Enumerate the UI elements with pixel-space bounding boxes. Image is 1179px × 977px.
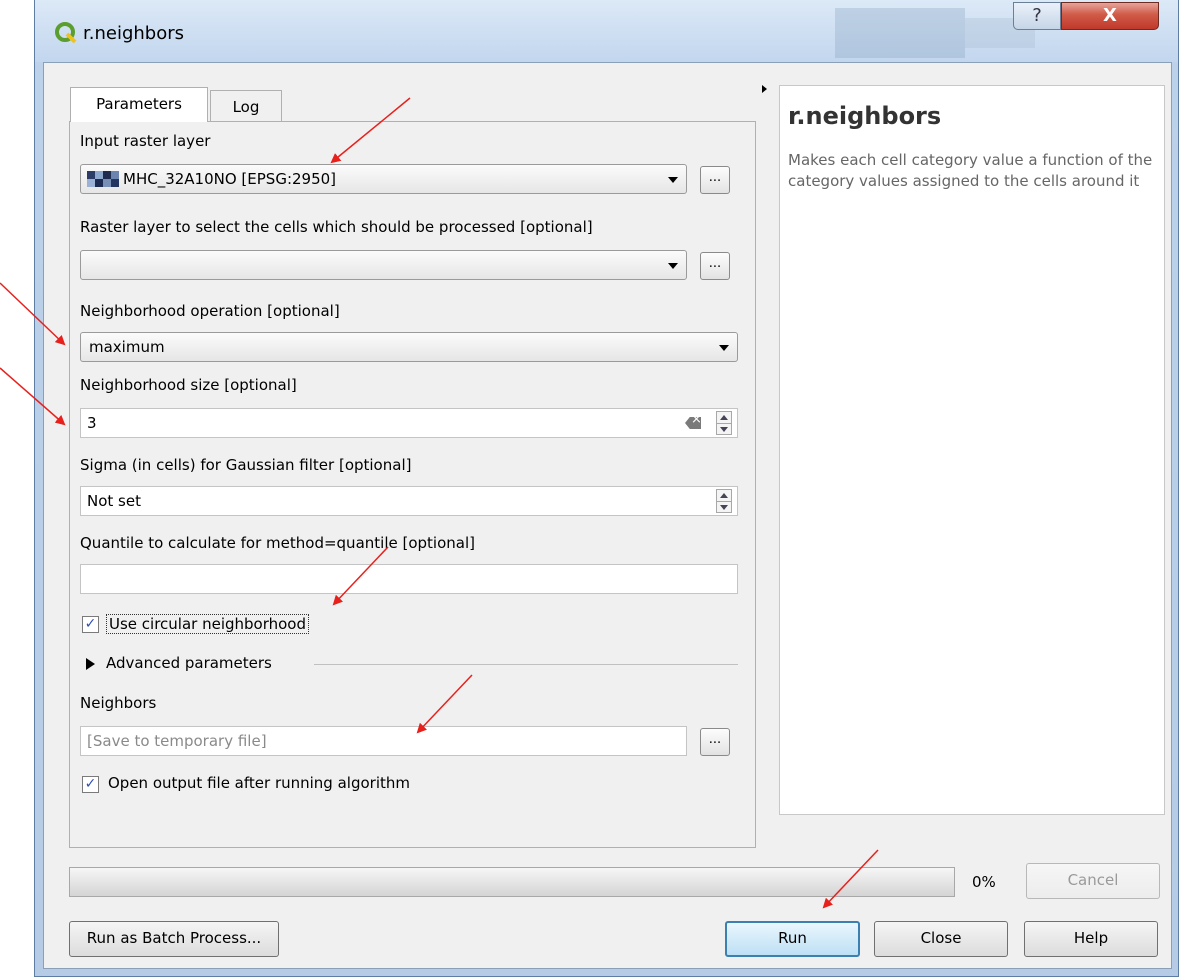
dialog-window: r.neighbors ? X Parameters Log Input ras… [34, 0, 1179, 977]
parameters-panel: Input raster layer MHC_32A10NO [EPSG:295… [69, 121, 756, 848]
operation-label: Neighborhood operation [optional] [80, 302, 340, 320]
open-output-label[interactable]: Open output file after running algorithm [108, 774, 410, 792]
expand-triangle-icon[interactable] [86, 658, 95, 670]
neighbors-placeholder: [Save to temporary file] [87, 732, 267, 750]
operation-value: maximum [89, 338, 165, 356]
qgis-logo-icon [55, 22, 77, 44]
window-title: r.neighbors [83, 23, 185, 44]
input-raster-browse-button[interactable]: ... [700, 166, 730, 194]
spin-arrows[interactable] [716, 411, 732, 435]
spin-arrows[interactable] [716, 489, 732, 513]
section-divider [314, 664, 738, 665]
advanced-parameters-toggle[interactable]: Advanced parameters [106, 654, 272, 672]
tab-log[interactable]: Log [210, 90, 282, 122]
chevron-down-icon [668, 263, 678, 269]
context-help-button[interactable]: ? [1013, 2, 1061, 30]
window-close-button[interactable]: X [1061, 2, 1159, 30]
size-value: 3 [87, 414, 97, 432]
size-spinbox[interactable]: 3 [80, 408, 738, 438]
neighbors-label: Neighbors [80, 694, 157, 712]
sigma-spinbox[interactable]: Not set [80, 486, 738, 516]
splitter-handle-icon[interactable] [762, 85, 767, 93]
chevron-down-icon [719, 345, 729, 351]
quantile-input[interactable] [80, 564, 738, 594]
chevron-down-icon [668, 177, 678, 183]
size-label: Neighborhood size [optional] [80, 376, 297, 394]
circular-checkbox[interactable]: ✓ [82, 616, 99, 633]
neighbors-output-field[interactable]: [Save to temporary file] [80, 726, 687, 756]
sigma-label: Sigma (in cells) for Gaussian filter [op… [80, 456, 412, 474]
input-raster-value: MHC_32A10NO [EPSG:2950] [123, 170, 337, 188]
progress-bar [69, 867, 955, 897]
tab-parameters[interactable]: Parameters [70, 87, 208, 122]
operation-combo[interactable]: maximum [80, 332, 738, 362]
cancel-button[interactable]: Cancel [1026, 863, 1160, 899]
selection-raster-label: Raster layer to select the cells which s… [80, 218, 593, 236]
raster-layer-icon [87, 171, 119, 187]
selection-raster-combo[interactable] [80, 250, 687, 280]
progress-percent: 0% [972, 873, 996, 891]
selection-raster-browse-button[interactable]: ... [700, 252, 730, 280]
run-button[interactable]: Run [725, 921, 860, 957]
quantile-label: Quantile to calculate for method=quantil… [80, 534, 475, 552]
circular-label[interactable]: Use circular neighborhood [106, 614, 310, 634]
help-button[interactable]: Help [1024, 921, 1158, 957]
help-description: Makes each cell category value a functio… [788, 151, 1153, 190]
help-title: r.neighbors [788, 102, 942, 130]
title-bar[interactable]: r.neighbors ? X [35, 0, 1178, 62]
background-blur [835, 8, 965, 58]
input-raster-label: Input raster layer [80, 132, 211, 150]
sigma-value: Not set [87, 492, 141, 510]
clear-icon[interactable] [685, 417, 701, 429]
help-panel: r.neighbors Makes each cell category val… [779, 85, 1165, 815]
input-raster-combo[interactable]: MHC_32A10NO [EPSG:2950] [80, 164, 687, 194]
run-as-batch-button[interactable]: Run as Batch Process... [69, 921, 279, 957]
neighbors-browse-button[interactable]: ... [700, 728, 730, 756]
dialog-body: Parameters Log Input raster layer MHC_32… [43, 62, 1172, 969]
open-output-checkbox[interactable]: ✓ [82, 776, 99, 793]
close-button[interactable]: Close [874, 921, 1008, 957]
